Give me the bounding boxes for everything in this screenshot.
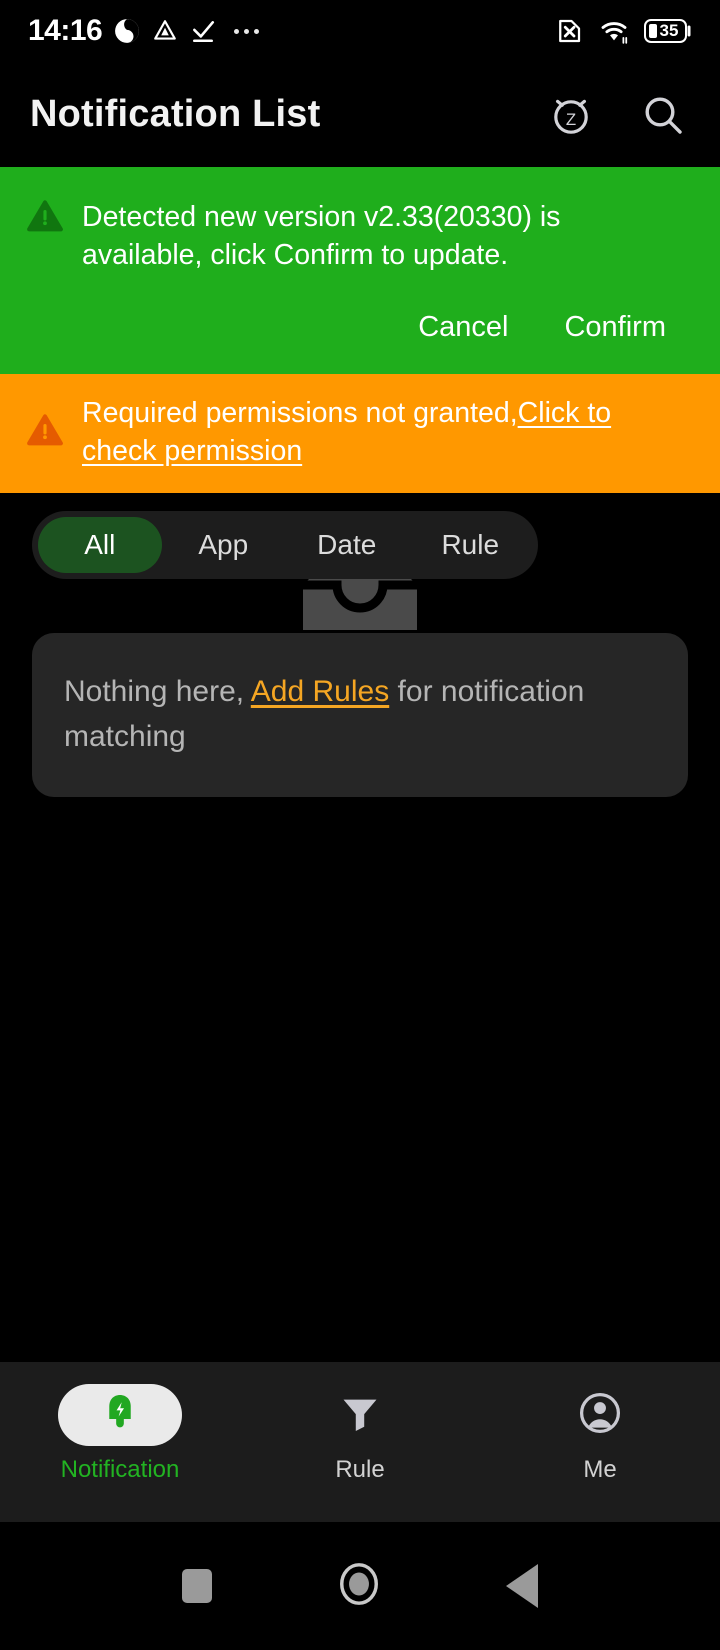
- status-time: 14:16: [28, 14, 103, 47]
- permission-banner-message: Required permissions not granted,: [82, 396, 518, 429]
- no-sim-icon: [554, 16, 584, 46]
- nav-pill-me: [538, 1384, 662, 1446]
- empty-state-text-before: Nothing here,: [64, 674, 251, 708]
- update-banner: Detected new version v2.33(20330) is ava…: [0, 167, 720, 374]
- nav-pill-notification: [58, 1384, 182, 1446]
- triangle-app-icon: [152, 18, 178, 44]
- page-title: Notification List: [30, 93, 321, 135]
- nav-label-notification: Notification: [60, 1456, 180, 1483]
- app-badge-icon: [114, 18, 140, 44]
- account-circle-icon: [577, 1390, 623, 1441]
- warning-triangle-icon: [26, 197, 64, 240]
- status-bar-right: 35: [554, 16, 692, 46]
- tab-bar: All App Date Rule: [32, 510, 538, 579]
- nav-label-rule: Rule: [335, 1456, 385, 1483]
- permission-banner-text: Required permissions not granted,Click t…: [82, 394, 682, 471]
- phone-screen: 14:16 35 Notification List Z Detected ne…: [0, 0, 720, 1650]
- main-content: All App Date Rule Nothing here, Add Rule…: [0, 492, 720, 1362]
- battery-icon: 35: [644, 18, 692, 44]
- filter-funnel-icon: [337, 1390, 383, 1441]
- wifi-icon: [598, 16, 630, 46]
- nav-item-me[interactable]: Me: [480, 1384, 720, 1484]
- nav-item-rule[interactable]: Rule: [240, 1384, 480, 1484]
- app-bar-actions: Z: [544, 88, 690, 142]
- tab-date[interactable]: Date: [285, 517, 409, 573]
- update-banner-message: Detected new version v2.33(20330) is ava…: [82, 201, 561, 271]
- app-bar: Notification List Z: [0, 62, 720, 167]
- svg-text:Z: Z: [566, 110, 576, 129]
- check-download-icon: [190, 18, 216, 44]
- recents-button[interactable]: [182, 1569, 212, 1603]
- home-button[interactable]: [336, 1561, 382, 1612]
- confirm-button[interactable]: Confirm: [564, 311, 666, 344]
- warning-triangle-icon: [26, 411, 64, 454]
- add-rules-link[interactable]: Add Rules: [251, 675, 389, 708]
- status-bar-left: 14:16: [28, 14, 260, 48]
- tab-rule[interactable]: Rule: [409, 517, 533, 573]
- nav-item-notification[interactable]: Notification: [0, 1384, 240, 1484]
- nav-label-me: Me: [583, 1456, 617, 1483]
- update-banner-row: Detected new version v2.33(20330) is ava…: [26, 197, 694, 275]
- nav-pill-rule: [298, 1384, 422, 1446]
- back-button[interactable]: [506, 1564, 538, 1608]
- battery-level-text: 35: [659, 21, 679, 40]
- snooze-alarm-icon[interactable]: Z: [544, 88, 598, 142]
- cancel-button[interactable]: Cancel: [418, 311, 508, 344]
- tab-app[interactable]: App: [162, 517, 286, 573]
- bottom-navigation: Notification Rule Me: [0, 1362, 720, 1522]
- permission-banner[interactable]: Required permissions not granted,Click t…: [0, 373, 720, 493]
- search-icon[interactable]: [636, 88, 690, 142]
- android-navigation-bar: [0, 1522, 720, 1650]
- more-dots-icon: [234, 28, 260, 34]
- tab-all[interactable]: All: [38, 516, 162, 573]
- update-banner-actions: Cancel Confirm: [26, 275, 694, 356]
- tab-bar-wrapper: All App Date Rule: [0, 493, 720, 579]
- empty-state-text: Nothing here, Add Rules for notification…: [64, 669, 656, 759]
- empty-state-card: Nothing here, Add Rules for notification…: [32, 632, 688, 797]
- status-bar: 14:16 35: [0, 0, 720, 62]
- bell-lightning-icon: [97, 1390, 143, 1441]
